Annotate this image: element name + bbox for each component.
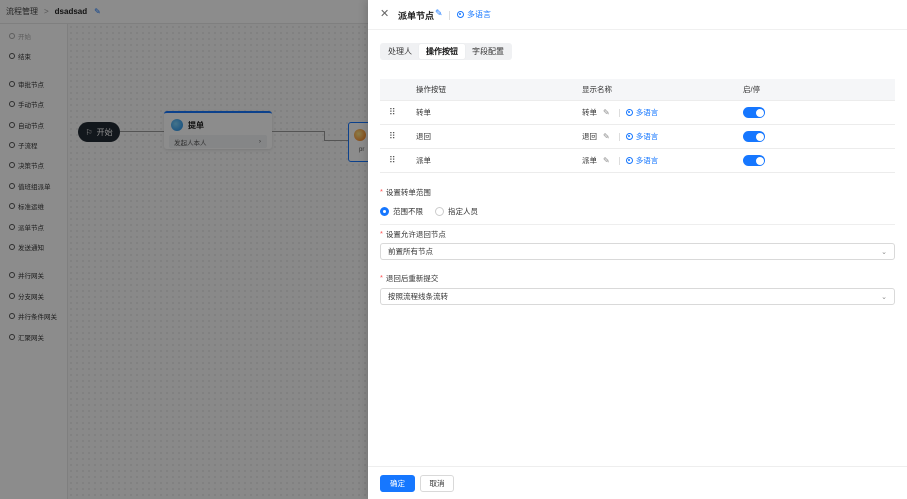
- enable-toggle[interactable]: [743, 107, 765, 118]
- form-divider: [380, 224, 895, 225]
- drag-handle-icon[interactable]: ⠿: [380, 155, 406, 166]
- cancel-button[interactable]: 取消: [420, 475, 454, 492]
- edit-icon[interactable]: ✎: [603, 156, 610, 165]
- tab-action-buttons[interactable]: 操作按钮: [419, 44, 465, 59]
- chevron-down-icon: ⌄: [881, 293, 887, 301]
- enable-toggle[interactable]: [743, 131, 765, 142]
- button-name: 转单: [416, 108, 431, 117]
- multi-language-link[interactable]: 多语言: [625, 131, 658, 142]
- drawer-header: ✕ 派单节点 ✎ 多语言: [368, 0, 907, 30]
- transfer-scope-label: * 设置转单范围: [380, 187, 431, 197]
- column-header-enabled: 启/停: [743, 85, 761, 94]
- edit-icon[interactable]: ✎: [603, 132, 610, 141]
- drawer-title: 派单节点: [398, 11, 435, 21]
- required-mark: *: [380, 229, 383, 238]
- return-node-select[interactable]: 前置所有节点 ⌄: [380, 243, 895, 260]
- enabled-cell: [733, 107, 895, 118]
- button-name: 派单: [416, 156, 431, 165]
- action-button-table: 操作按钮 显示名称 启/停 ⠿ 转单 转单 ✎ 多语言 ⠿ 退回 退回 ✎ 多语…: [380, 79, 895, 173]
- drag-handle-icon[interactable]: ⠿: [380, 107, 406, 118]
- gear-icon: [625, 157, 633, 164]
- tab-field-config[interactable]: 字段配置: [465, 44, 511, 59]
- edit-icon[interactable]: ✎: [603, 108, 610, 117]
- enable-toggle[interactable]: [743, 155, 765, 166]
- drawer-footer: 确定 取消: [368, 466, 907, 499]
- tab-handler[interactable]: 处理人: [381, 44, 419, 59]
- enabled-cell: [733, 131, 895, 142]
- cell-divider: [618, 132, 620, 141]
- radio-dot: [435, 207, 444, 216]
- cell-divider: [618, 156, 620, 165]
- return-node-label: * 设置允许退回节点: [380, 229, 446, 239]
- table-row: ⠿ 转单 转单 ✎ 多语言: [380, 101, 895, 125]
- multi-language-link[interactable]: 多语言: [625, 107, 658, 118]
- config-tabs: 处理人 操作按钮 字段配置: [380, 43, 512, 60]
- select-value: 按照流程线条流转: [388, 292, 448, 301]
- column-header-button: 操作按钮: [416, 85, 446, 94]
- display-name-cell: 退回 ✎ 多语言: [572, 131, 733, 142]
- button-name: 退回: [416, 132, 431, 141]
- node-config-drawer: ✕ 派单节点 ✎ 多语言 处理人 操作按钮 字段配置 操作按钮 显示名称 启/停…: [368, 0, 907, 499]
- chevron-down-icon: ⌄: [881, 248, 887, 256]
- display-name: 退回: [582, 132, 597, 141]
- table-row: ⠿ 派单 派单 ✎ 多语言: [380, 149, 895, 173]
- radio-unlimited[interactable]: 范围不限: [380, 206, 423, 217]
- required-mark: *: [380, 273, 383, 282]
- table-row: ⠿ 退回 退回 ✎ 多语言: [380, 125, 895, 149]
- drag-handle-icon[interactable]: ⠿: [380, 131, 406, 142]
- gear-icon: [457, 11, 464, 18]
- edit-title-icon[interactable]: ✎: [435, 8, 443, 19]
- close-icon[interactable]: ✕: [380, 8, 389, 20]
- display-name: 转单: [582, 108, 597, 117]
- header-divider: [449, 11, 450, 20]
- confirm-button[interactable]: 确定: [380, 475, 415, 492]
- drawer-overlay[interactable]: [0, 0, 368, 499]
- radio-dot: [380, 207, 389, 216]
- display-name: 派单: [582, 156, 597, 165]
- column-header-display: 显示名称: [582, 85, 612, 94]
- enabled-cell: [733, 155, 895, 166]
- multi-language-link[interactable]: 多语言: [625, 155, 658, 166]
- transfer-scope-radio-group: 范围不限 指定人员: [380, 206, 478, 217]
- resubmit-select[interactable]: 按照流程线条流转 ⌄: [380, 288, 895, 305]
- display-name-cell: 派单 ✎ 多语言: [572, 155, 733, 166]
- table-header: 操作按钮 显示名称 启/停: [380, 79, 895, 101]
- required-mark: *: [380, 187, 383, 196]
- multi-language-link[interactable]: 多语言: [457, 9, 491, 20]
- radio-specified-users[interactable]: 指定人员: [435, 206, 478, 217]
- gear-icon: [625, 109, 633, 116]
- resubmit-label: * 退回后重新提交: [380, 273, 439, 283]
- gear-icon: [625, 133, 633, 140]
- select-value: 前置所有节点: [388, 247, 433, 256]
- display-name-cell: 转单 ✎ 多语言: [572, 107, 733, 118]
- cell-divider: [618, 108, 620, 117]
